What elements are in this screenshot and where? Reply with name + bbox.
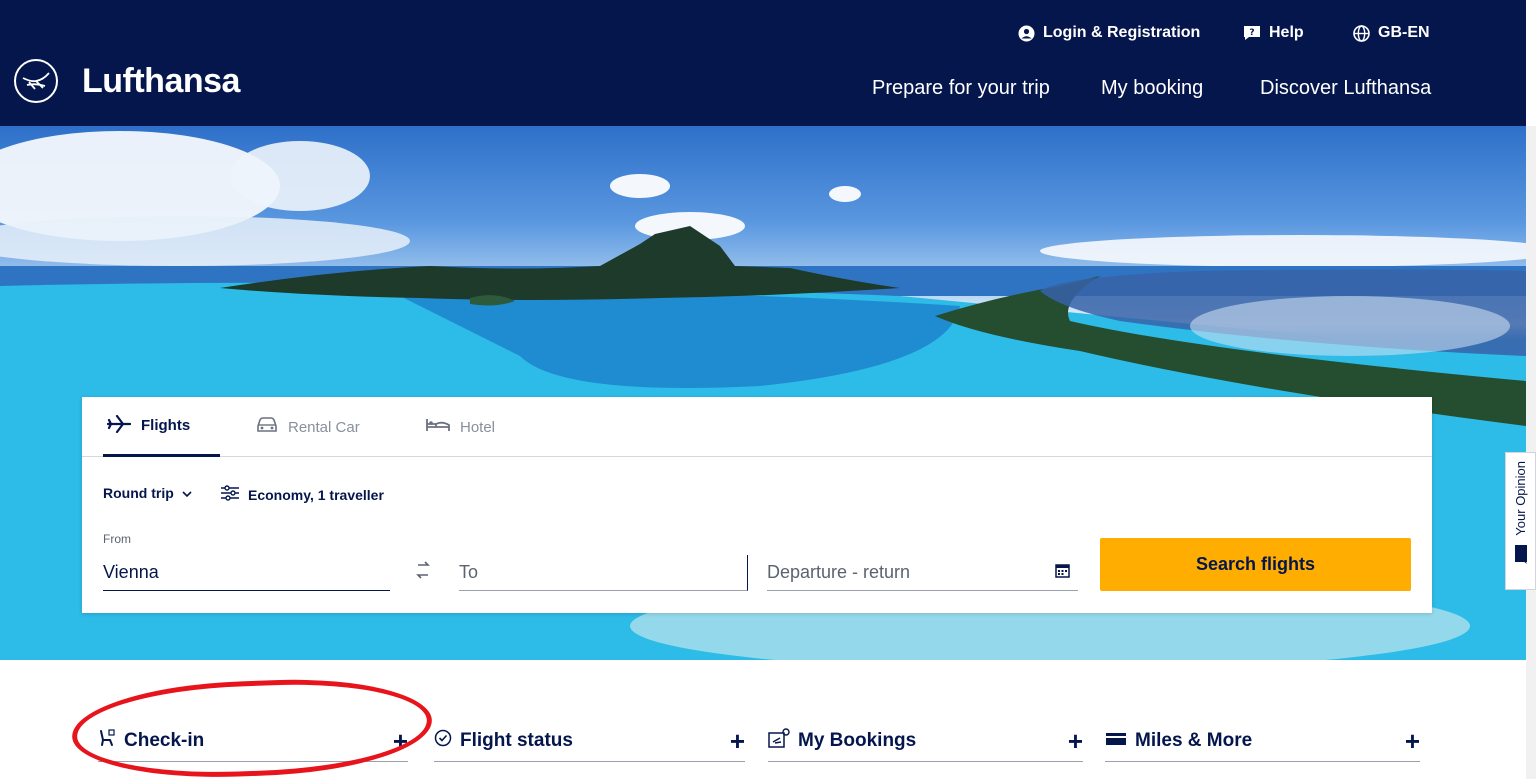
quicklink-flight-status[interactable]: Flight status +: [434, 720, 745, 762]
nav-discover[interactable]: Discover Lufthansa: [1260, 77, 1431, 100]
from-label: From: [103, 532, 131, 546]
tab-rental-car-label: Rental Car: [288, 418, 360, 436]
clock-icon: [434, 729, 452, 753]
plus-icon: +: [1404, 725, 1420, 756]
quicklink-flight-status-label: Flight status: [460, 729, 573, 751]
cabin-traveller-value: Economy, 1 traveller: [248, 486, 384, 503]
tab-rental-car[interactable]: Rental Car: [256, 397, 360, 457]
to-placeholder: To: [459, 562, 479, 582]
login-label: Login & Registration: [1043, 24, 1201, 41]
calendar-icon: [1055, 562, 1070, 583]
dates-placeholder: Departure - return: [767, 562, 911, 582]
quicklink-my-bookings-label: My Bookings: [798, 729, 917, 751]
help-label: Help: [1269, 24, 1304, 41]
cabin-traveller-select[interactable]: Economy, 1 traveller: [220, 485, 384, 504]
brand-name[interactable]: Lufthansa: [82, 62, 240, 101]
trip-type-value: Round trip: [103, 485, 174, 501]
search-flights-button[interactable]: Search flights: [1100, 538, 1411, 591]
site-header: Lufthansa Login & Registration ? Help GB…: [0, 0, 1526, 126]
card-icon: [1105, 730, 1127, 752]
to-input[interactable]: To: [459, 555, 748, 591]
swap-icon[interactable]: [415, 560, 431, 586]
feedback-icon: [1514, 544, 1528, 569]
from-value: Vienna: [103, 562, 159, 582]
flight-search-panel: Flights Rental Car Hotel Round trip Econ…: [82, 397, 1432, 613]
quicklink-my-bookings[interactable]: My Bookings +: [768, 720, 1083, 762]
login-link[interactable]: Login & Registration: [1017, 24, 1200, 42]
svg-text:?: ?: [1249, 28, 1254, 38]
booking-tabs: Flights Rental Car Hotel: [82, 397, 1432, 457]
help-icon: ?: [1243, 24, 1261, 42]
from-input[interactable]: Vienna: [103, 555, 390, 591]
help-link[interactable]: ? Help: [1243, 24, 1304, 42]
sliders-icon: [220, 485, 240, 504]
your-opinion-tab[interactable]: Your Opinion: [1505, 452, 1536, 590]
tab-hotel[interactable]: Hotel: [426, 397, 495, 457]
tab-hotel-label: Hotel: [460, 418, 496, 436]
bed-icon: [426, 418, 450, 436]
booking-icon: [768, 727, 790, 754]
plus-icon: +: [1067, 725, 1083, 756]
plus-icon: +: [729, 725, 745, 756]
your-opinion-label: Your Opinion: [1513, 461, 1528, 536]
trip-type-select[interactable]: Round trip: [103, 485, 192, 501]
annotation-circle: [70, 674, 434, 779]
tab-flights-label: Flights: [141, 417, 191, 434]
nav-my-booking[interactable]: My booking: [1101, 77, 1203, 100]
crane-logo-icon: [14, 59, 58, 103]
globe-icon: [1352, 24, 1370, 42]
tab-flights[interactable]: Flights: [103, 397, 220, 457]
quicklink-miles-more[interactable]: Miles & More +: [1105, 720, 1420, 762]
nav-prepare-trip[interactable]: Prepare for your trip: [872, 77, 1050, 100]
car-icon: [256, 417, 278, 437]
locale-selector[interactable]: GB-EN: [1352, 24, 1430, 42]
quicklink-miles-more-label: Miles & More: [1135, 729, 1253, 751]
plane-icon: [106, 414, 132, 437]
locale-label: GB-EN: [1378, 24, 1430, 41]
dates-input[interactable]: Departure - return: [767, 555, 1078, 591]
chevron-down-icon: [182, 485, 192, 501]
lufthansa-logo[interactable]: [14, 59, 58, 103]
user-icon: [1017, 24, 1035, 42]
